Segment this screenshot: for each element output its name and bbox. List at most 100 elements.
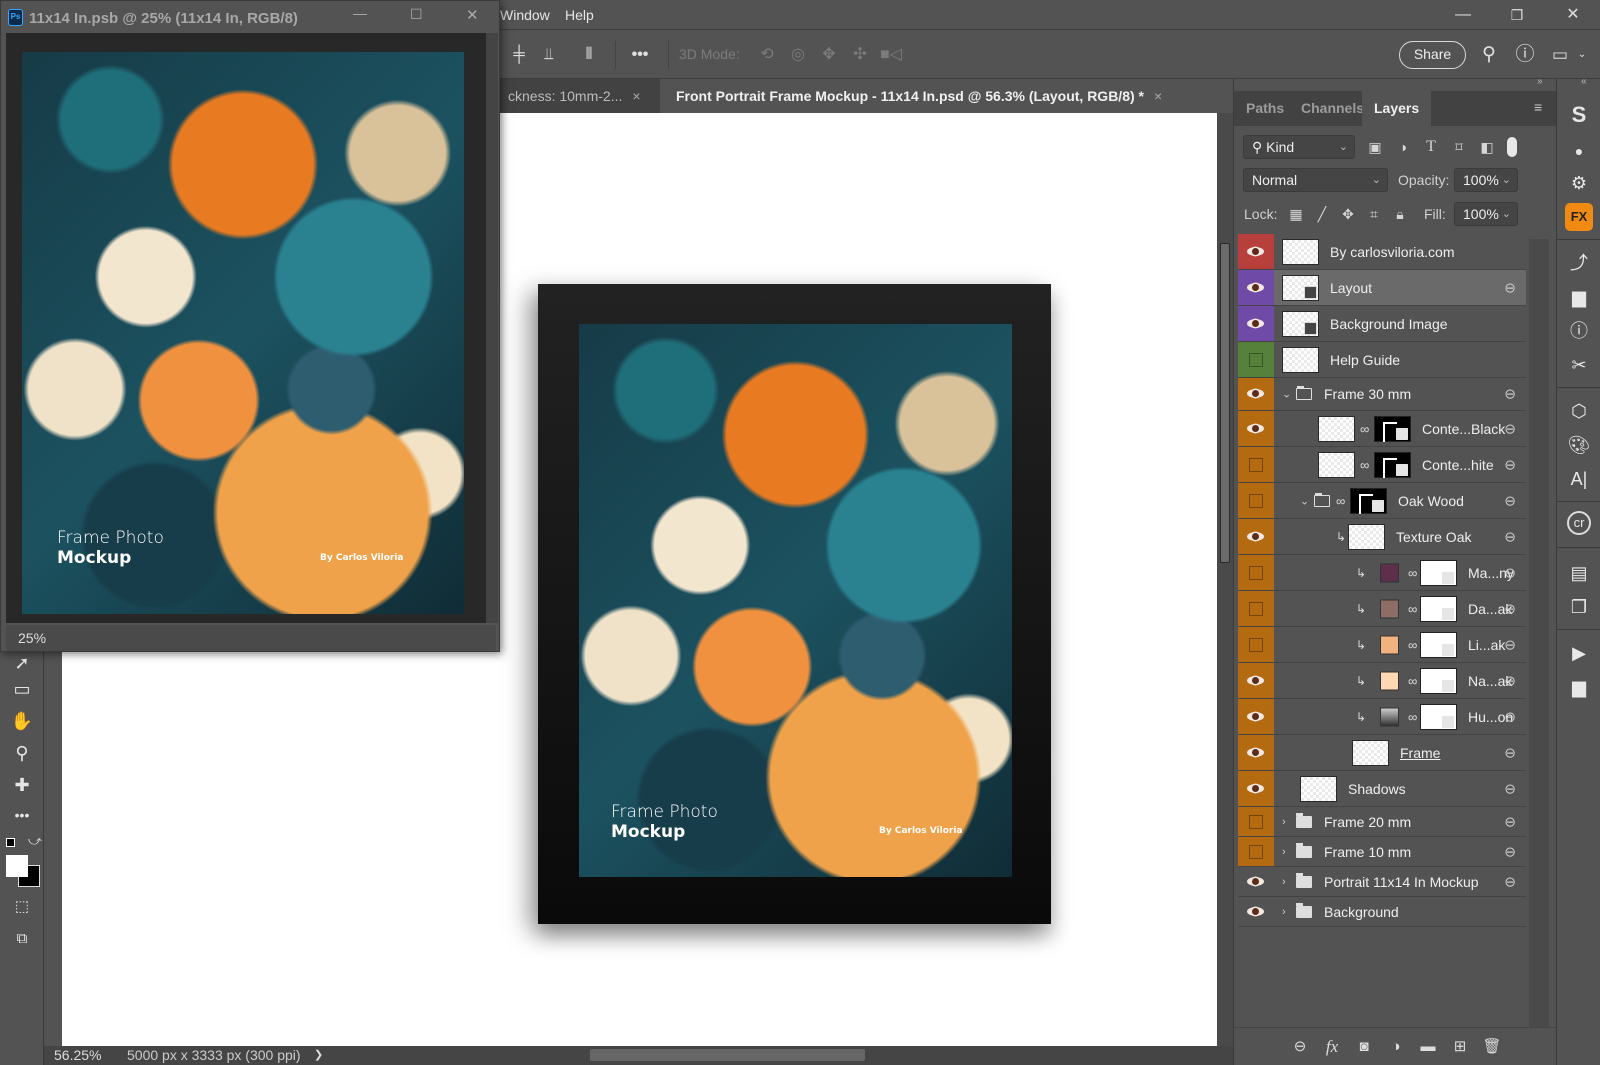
layer-visibility-toggle[interactable] bbox=[1238, 342, 1274, 377]
layer-visibility-toggle[interactable] bbox=[1238, 771, 1274, 806]
layer-visibility-toggle[interactable] bbox=[1238, 555, 1274, 590]
tab-thickness-doc[interactable]: ckness: 10mm-2... × bbox=[500, 79, 660, 113]
3d-icon[interactable]: ⬡ bbox=[1565, 397, 1593, 425]
floating-scrollbar[interactable] bbox=[486, 33, 498, 623]
hand-tool-icon[interactable]: ✋ bbox=[8, 708, 36, 734]
layer-name[interactable]: Help Guide bbox=[1330, 352, 1400, 368]
layer-row[interactable]: ↳ ∞ Ma...ny ⊖ bbox=[1238, 555, 1526, 591]
layer-name[interactable]: Li...ak bbox=[1468, 637, 1505, 653]
zoom-tool-icon[interactable]: ⚲ bbox=[8, 740, 36, 766]
help-icon[interactable]: ⓘ bbox=[1513, 43, 1537, 67]
layer-row[interactable]: ↳ ∞ Na...ak ⊖ bbox=[1238, 663, 1526, 699]
close-tab-icon[interactable]: × bbox=[1154, 88, 1162, 104]
add-mask-icon[interactable]: ◙ bbox=[1352, 1036, 1376, 1058]
layer-visibility-toggle[interactable] bbox=[1238, 627, 1274, 662]
layer-name[interactable]: Frame 30 mm bbox=[1324, 386, 1411, 402]
layer-name[interactable]: By carlosviloria.com bbox=[1330, 244, 1454, 260]
lock-position-icon[interactable]: ✥ bbox=[1338, 204, 1358, 224]
layer-visibility-toggle[interactable] bbox=[1238, 306, 1274, 341]
minimize-button[interactable]: — bbox=[1443, 4, 1483, 26]
layer-row[interactable]: › Frame 10 mm ⊖ bbox=[1238, 837, 1526, 867]
default-colors-icon[interactable] bbox=[6, 838, 15, 847]
search-icon[interactable]: ⚲ bbox=[1477, 43, 1501, 67]
layer-name[interactable]: Frame 10 mm bbox=[1324, 844, 1411, 860]
float-maximize-button[interactable]: ☐ bbox=[410, 6, 423, 23]
actions-play-icon[interactable]: ▶ bbox=[1565, 639, 1593, 667]
panel-menu-icon[interactable]: ≡ bbox=[1534, 99, 1542, 115]
float-close-button[interactable]: ✕ bbox=[466, 6, 479, 24]
filter-smart-object-icon[interactable]: ◧ bbox=[1477, 137, 1497, 157]
adjustment-layer-icon[interactable]: ◑ bbox=[1384, 1036, 1408, 1058]
layer-visibility-toggle[interactable] bbox=[1238, 699, 1274, 734]
layer-visibility-toggle[interactable] bbox=[1238, 270, 1274, 305]
plugin-folder-icon[interactable]: ▆ bbox=[1565, 673, 1593, 701]
layer-row[interactable]: › Portrait 11x14 In Mockup ⊖ bbox=[1238, 867, 1526, 897]
3d-slide-icon[interactable]: ✣ bbox=[848, 43, 872, 67]
layer-row[interactable]: ∞ Conte...hite ⊖ bbox=[1238, 447, 1526, 483]
vertical-scrollbar[interactable] bbox=[1217, 113, 1233, 1048]
layer-row[interactable]: › Background bbox=[1238, 897, 1526, 927]
menu-help[interactable]: Help bbox=[565, 7, 594, 23]
layer-name[interactable]: Background Image bbox=[1330, 316, 1448, 332]
filter-pixel-icon[interactable]: ▣ bbox=[1365, 137, 1385, 157]
layer-row[interactable]: Shadows ⊖ bbox=[1238, 771, 1526, 807]
delete-layer-icon[interactable]: 🗑︎ bbox=[1480, 1036, 1504, 1058]
workspace-icon[interactable]: ▭ bbox=[1548, 43, 1572, 67]
plugin-s-icon[interactable]: S bbox=[1565, 101, 1593, 129]
menu-window[interactable]: Window bbox=[500, 7, 550, 23]
layer-name[interactable]: Shadows bbox=[1348, 781, 1406, 797]
lock-transparency-icon[interactable]: ▦ bbox=[1286, 204, 1306, 224]
float-minimize-button[interactable]: — bbox=[353, 5, 367, 21]
layer-row[interactable]: ∞ Conte...Black ⊖ bbox=[1238, 411, 1526, 447]
new-layer-icon[interactable]: ⊞ bbox=[1448, 1036, 1472, 1058]
3d-pan-icon[interactable]: ✥ bbox=[817, 43, 841, 67]
layer-row[interactable]: Help Guide bbox=[1238, 342, 1526, 378]
layer-visibility-toggle[interactable] bbox=[1238, 411, 1274, 446]
move-tool-icon[interactable]: ➚ bbox=[8, 650, 36, 676]
layer-name[interactable]: Frame 20 mm bbox=[1324, 814, 1411, 830]
align-vertical-centers-icon[interactable]: ╪ bbox=[507, 43, 531, 67]
filter-adjustment-icon[interactable]: ◑ bbox=[1393, 137, 1413, 157]
filter-shape-icon[interactable]: ⌑ bbox=[1449, 137, 1469, 157]
layer-name[interactable]: Frame bbox=[1400, 745, 1440, 761]
layer-name[interactable]: Conte...Black bbox=[1422, 421, 1505, 437]
libraries-icon[interactable]: ❐ bbox=[1565, 593, 1593, 621]
distribute-icon[interactable]: ⫴ bbox=[577, 43, 601, 67]
floating-canvas[interactable]: Frame Photo Mockup By Carlos Viloria bbox=[6, 33, 486, 623]
lock-artboard-icon[interactable]: ⌗ bbox=[1364, 204, 1384, 224]
edit-toolbar-icon[interactable]: ••• bbox=[8, 802, 36, 828]
3d-roll-icon[interactable]: ◎ bbox=[786, 43, 810, 67]
swatches-icon[interactable]: 🎨︎ bbox=[1565, 431, 1593, 459]
plugin-orb-icon[interactable]: ● bbox=[1565, 137, 1593, 165]
layer-row[interactable]: By carlosviloria.com bbox=[1238, 234, 1526, 270]
layer-name[interactable]: Layout bbox=[1330, 280, 1372, 296]
plugins-icon[interactable]: ▆ bbox=[1565, 283, 1593, 311]
scroll-thumb[interactable] bbox=[1220, 243, 1230, 563]
link-layers-icon[interactable]: ⊖ bbox=[1288, 1036, 1312, 1058]
foreground-color-swatch[interactable] bbox=[6, 855, 28, 877]
marquee-tool-icon[interactable]: ▭ bbox=[8, 676, 36, 702]
opacity-field[interactable]: 100% ⌄ bbox=[1454, 168, 1518, 192]
layer-visibility-toggle[interactable] bbox=[1238, 735, 1274, 770]
fill-field[interactable]: 100% ⌄ bbox=[1454, 202, 1518, 226]
layer-visibility-toggle[interactable] bbox=[1238, 837, 1274, 866]
layer-row[interactable]: ↳ ∞ Da...ak ⊖ bbox=[1238, 591, 1526, 627]
creative-cloud-libraries-icon[interactable]: cr bbox=[1567, 511, 1591, 535]
tab-paths[interactable]: Paths bbox=[1234, 91, 1296, 126]
plugin-fx-cube-icon[interactable]: FX bbox=[1565, 203, 1593, 231]
restore-button[interactable]: ❐ bbox=[1497, 4, 1537, 26]
tab-layers[interactable]: Layers bbox=[1362, 91, 1432, 126]
quick-mask-icon[interactable]: ⬚ bbox=[8, 894, 36, 920]
info-icon[interactable]: ⓘ bbox=[1565, 317, 1593, 345]
character-icon[interactable]: A| bbox=[1565, 465, 1593, 493]
layer-visibility-toggle[interactable] bbox=[1238, 807, 1274, 836]
screen-mode-icon[interactable]: ⧉ bbox=[8, 926, 36, 952]
close-tab-icon[interactable]: × bbox=[632, 88, 640, 104]
layer-visibility-toggle[interactable] bbox=[1238, 897, 1274, 926]
filter-toggle[interactable] bbox=[1507, 137, 1517, 157]
close-button[interactable]: ✕ bbox=[1553, 4, 1593, 26]
layer-row[interactable]: Background Image bbox=[1238, 306, 1526, 342]
floating-zoom-level[interactable]: 25% bbox=[18, 630, 46, 646]
swap-colors-icon[interactable]: ⤻ bbox=[28, 833, 42, 849]
layer-visibility-toggle[interactable] bbox=[1238, 867, 1274, 896]
